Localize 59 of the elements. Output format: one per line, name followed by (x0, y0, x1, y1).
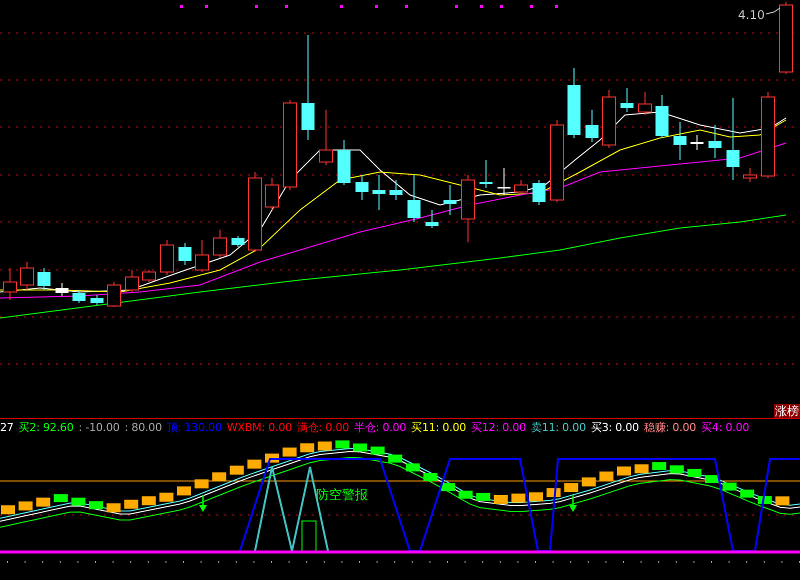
legend-item: 顶: 130.00 (166, 420, 222, 436)
candlestick (319, 110, 333, 166)
legend-item: 买12: 0.00 (471, 420, 526, 436)
down-arrow-icon (199, 495, 207, 512)
candlestick (656, 94, 668, 138)
candlestick (213, 230, 227, 258)
legend-item: WXBM: 0.00 (226, 420, 292, 436)
legend-item: 买3: 0.00 (590, 420, 639, 436)
candlestick (390, 180, 402, 200)
candlestick (602, 90, 616, 148)
candlestick (90, 294, 104, 306)
candlestick (20, 262, 34, 290)
candlestick (674, 122, 686, 160)
legend-item: 卖11: 0.00 (530, 420, 586, 436)
candlestick (568, 68, 580, 138)
down-arrow-icon (569, 495, 577, 512)
candlestick (532, 180, 546, 206)
legend-item: 买11: 0.00 (411, 420, 466, 436)
candlestick (444, 184, 456, 216)
signal-bar (302, 520, 316, 552)
candlestick (426, 210, 438, 228)
candlestick (195, 240, 209, 272)
candlestick (743, 168, 757, 182)
candlestick (232, 236, 244, 248)
ranking-tag[interactable]: 涨榜 (774, 404, 800, 418)
legend-item: : 80.00 (124, 420, 162, 436)
legend-item: 满仓: 0.00 (296, 420, 350, 436)
signal-text: 防空警报 (316, 488, 368, 503)
candlestick (620, 88, 634, 112)
candlestick (586, 110, 598, 142)
candlestick (514, 180, 528, 196)
legend-item: 买2: 92.60 (18, 420, 74, 436)
legend-item: 27 (0, 420, 14, 436)
candlestick (690, 134, 704, 150)
candlestick (56, 282, 68, 296)
candlestick (107, 282, 121, 308)
candlestick (708, 124, 722, 158)
candlestick (638, 92, 652, 116)
legend-item: : -10.00 (78, 420, 120, 436)
candlestick (160, 240, 174, 276)
candlestick (461, 174, 475, 242)
candlestick (125, 270, 139, 292)
candlestick (178, 242, 192, 266)
candlestick (338, 140, 350, 186)
candlestick (372, 174, 386, 210)
legend-item: 半仓: 0.00 (354, 420, 406, 436)
legend-item: 买4: 0.00 (701, 420, 750, 436)
candlestick (72, 290, 86, 304)
candlestick (142, 270, 156, 282)
candlestick (265, 178, 279, 210)
candlestick (408, 174, 420, 222)
candlestick (38, 268, 50, 290)
price-label: 4.10 (738, 8, 765, 22)
leader-line (766, 8, 780, 14)
candlestick (480, 160, 492, 188)
candlestick (498, 168, 510, 196)
candlestick (3, 268, 17, 300)
candlestick (356, 174, 368, 200)
legend-item: 稳赚: 0.00 (644, 420, 696, 436)
